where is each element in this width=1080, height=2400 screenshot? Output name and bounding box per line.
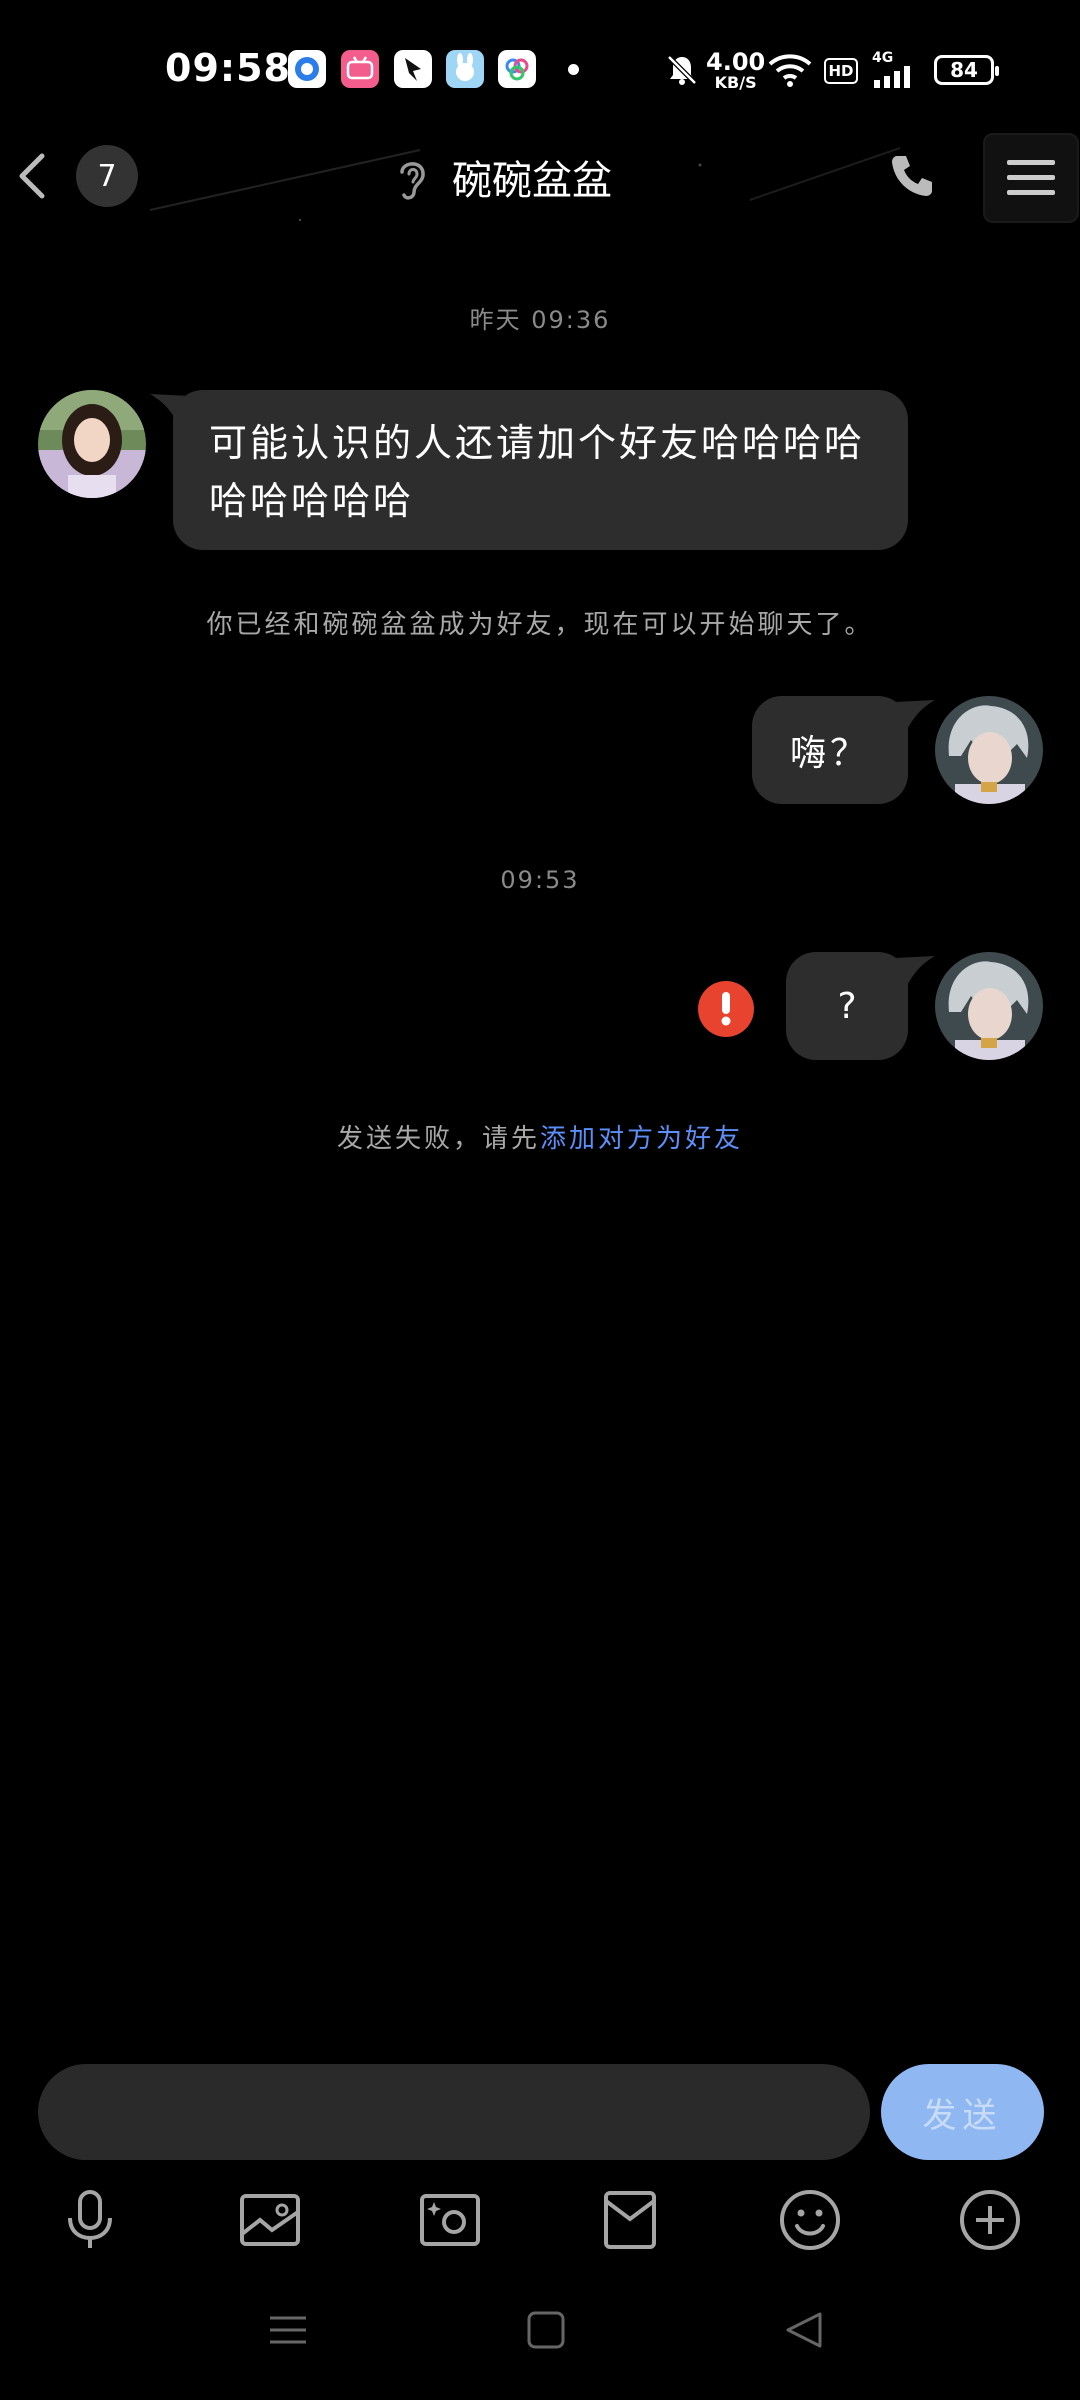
phone-icon [892, 156, 932, 196]
bilibili-icon [341, 50, 379, 88]
plus-icon [960, 2190, 1020, 2250]
message-timestamp: 昨天 09:36 [469, 306, 611, 334]
chat-menu-button[interactable] [983, 133, 1079, 223]
back-button[interactable] [12, 150, 52, 206]
system-back-button[interactable] [784, 2310, 824, 2354]
app-notification-icon [394, 50, 432, 88]
app-notification-icon [288, 50, 326, 88]
emoji-icon [780, 2190, 840, 2250]
network-speed-value: 4.00 [706, 48, 766, 76]
voice-call-button[interactable] [888, 150, 938, 204]
microphone-icon [68, 2190, 112, 2248]
send-failed-notice: 发送失败，请先添加对方为好友 [0, 1118, 1080, 1155]
home-button[interactable] [526, 2310, 566, 2354]
outgoing-bubble-tail [895, 696, 935, 740]
send-failed-icon[interactable] [698, 981, 754, 1037]
chat-title: 碗碗盆盆 [452, 158, 612, 204]
battery-indicator: 84 [934, 55, 999, 85]
red-packet-button[interactable] [590, 2180, 670, 2260]
exclamation-icon [721, 992, 731, 1026]
back-icon [786, 2312, 822, 2348]
hd-icon: HD [824, 58, 858, 84]
send-failed-text: 发送失败，请先 [336, 1124, 540, 1154]
app-notification-icon [446, 50, 484, 88]
unread-count-badge[interactable]: 7 [76, 145, 138, 207]
outgoing-message-bubble[interactable]: ? [786, 952, 908, 1060]
wifi-icon [768, 50, 812, 92]
my-avatar-image [935, 952, 1043, 1060]
status-time: 09:58 [165, 46, 291, 90]
app-notification-icon [498, 50, 536, 88]
signal-icon [874, 66, 922, 92]
contact-avatar-image [38, 390, 146, 498]
network-speed: 4.00 KB/S [706, 50, 765, 92]
message-timestamp: 09:53 [500, 866, 580, 894]
emoji-button[interactable] [770, 2180, 850, 2260]
mute-icon [664, 52, 700, 92]
image-icon [240, 2194, 300, 2246]
outgoing-message-bubble[interactable]: 嗨？ [752, 696, 908, 804]
outgoing-bubble-tail [895, 952, 935, 996]
red-packet-icon [604, 2191, 656, 2249]
home-icon [527, 2311, 565, 2349]
menu-icon [1007, 160, 1055, 195]
incoming-message-bubble[interactable]: 可能认识的人还请加个好友哈哈哈哈哈哈哈哈哈 [173, 390, 908, 550]
add-friend-link[interactable]: 添加对方为好友 [540, 1124, 743, 1154]
ear-icon[interactable] [392, 154, 432, 208]
contact-avatar[interactable] [38, 390, 146, 498]
camera-button[interactable] [410, 2180, 490, 2260]
recent-apps-button[interactable] [268, 2310, 308, 2354]
network-type: 4G [872, 50, 894, 66]
camera-icon [420, 2194, 480, 2246]
network-speed-unit: KB/S [714, 73, 757, 92]
recent-apps-icon [270, 2316, 306, 2344]
status-bar: 09:58 4.00 KB/S HD 4G 84 [0, 0, 1080, 130]
more-functions-button[interactable] [950, 2180, 1030, 2260]
voice-input-button[interactable] [50, 2180, 130, 2260]
my-avatar-image [935, 696, 1043, 804]
send-button[interactable]: 发送 [881, 2064, 1044, 2160]
back-arrow-icon [19, 153, 45, 199]
system-message: 你已经和碗碗盆盆成为好友，现在可以开始聊天了。 [206, 610, 874, 640]
photo-album-button[interactable] [230, 2180, 310, 2260]
my-avatar[interactable] [935, 696, 1043, 804]
my-avatar[interactable] [935, 952, 1043, 1060]
more-notifications-dot [568, 64, 579, 75]
message-input[interactable] [38, 2064, 870, 2160]
